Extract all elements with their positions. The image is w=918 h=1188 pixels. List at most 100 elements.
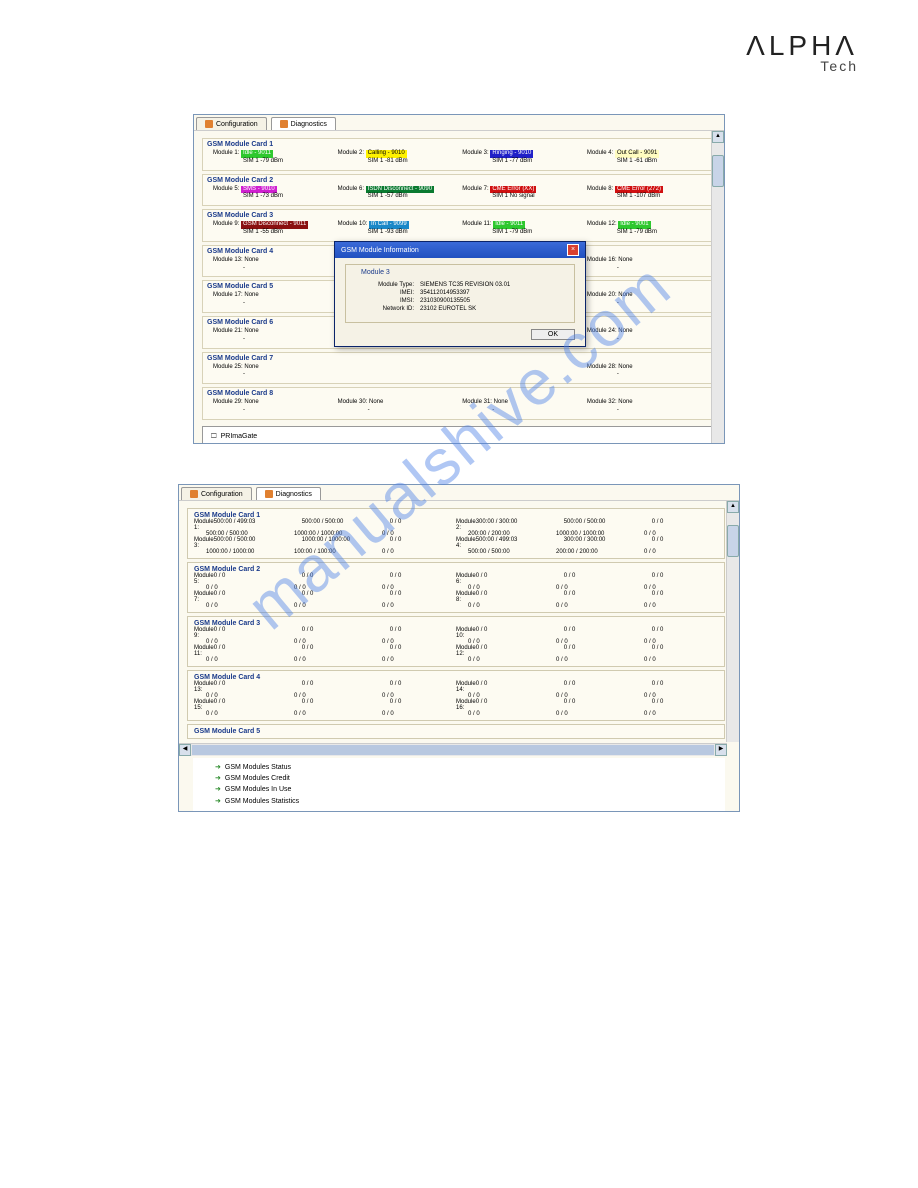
scroll-left-icon[interactable]: ◀ <box>179 744 191 756</box>
module-cell[interactable]: Module 4: Out Call - 9091SIM 1 -61 dBm <box>587 150 705 166</box>
credit-value: 0 / 0 <box>214 699 288 711</box>
tab-diagnostics[interactable]: Diagnostics <box>271 117 336 130</box>
tab-configuration[interactable]: Configuration <box>196 117 267 130</box>
module-cell[interactable]: Module 32: None- <box>587 399 705 415</box>
credit-value: 0 / 0 <box>476 573 550 585</box>
module-number: Module 11: <box>462 221 493 227</box>
module-cell[interactable]: Module 7: CME Error (XX)SIM 1 No signal <box>462 186 580 202</box>
module-label <box>194 657 206 663</box>
module-cell[interactable]: Module 29: None- <box>213 399 331 415</box>
dialog-buttons: OK <box>345 329 575 340</box>
credit-module: Module 5:0 / 00 / 00 / 0 <box>194 573 456 585</box>
tab-diagnostics[interactable]: Diagnostics <box>256 487 321 500</box>
tree-item[interactable]: ➜ISDN Lines <box>225 442 707 443</box>
status-badge: In Call - 9099 <box>369 221 409 229</box>
module-cell[interactable]: Module 6: ISDN Disconnect - 9090SIM 1 -5… <box>338 186 456 202</box>
module-number: Module 32: <box>587 399 618 405</box>
module-cell[interactable]: Module 5: SMS - 9010SIM 1 -73 dBm <box>213 186 331 202</box>
credit-module: 0 / 00 / 00 / 0 <box>194 711 456 717</box>
credit-values: 0 / 00 / 00 / 0 <box>468 603 718 609</box>
nav-tree: 🞎PRImaGate ➜ISDN Lines➜ISDN Lines Credit… <box>202 426 716 443</box>
credit-value: 0 / 0 <box>652 627 726 639</box>
module-cell[interactable]: Module 9: GSM Disconnect - 9011SIM 1 -55… <box>213 221 331 237</box>
credit-values: 500:00 / 499:03300:00 / 300:000 / 0 <box>476 537 726 549</box>
credit-module: 0 / 00 / 00 / 0 <box>456 603 718 609</box>
tab-configuration[interactable]: Configuration <box>181 487 252 500</box>
credit-value: 0 / 0 <box>206 711 280 717</box>
ok-button[interactable]: OK <box>531 329 575 340</box>
module-label: Module 2: <box>456 519 476 531</box>
signal-text: - <box>213 300 331 308</box>
credit-value: 0 / 0 <box>390 627 464 639</box>
card-title: GSM Module Card 8 <box>207 390 711 397</box>
tree-item[interactable]: ➜GSM Modules Status <box>201 762 717 773</box>
module-cell[interactable] <box>462 364 580 380</box>
module-cell[interactable]: Module 10: In Call - 9099SIM 1 -93 dBm <box>338 221 456 237</box>
status-text: None <box>369 399 383 405</box>
tree-root[interactable]: 🞎PRImaGate <box>211 431 707 442</box>
card-title: GSM Module Card 1 <box>207 141 711 148</box>
signal-text: - <box>213 265 331 273</box>
credit-row: Module 15:0 / 00 / 00 / 0Module 16:0 / 0… <box>194 699 718 711</box>
tab-label: Diagnostics <box>276 491 312 498</box>
module-number: Module 10: <box>338 221 369 227</box>
tree-item[interactable]: ➜GSM Modules In Use <box>201 784 717 795</box>
scroll-up-icon[interactable]: ▲ <box>712 131 724 143</box>
tab-label: Configuration <box>201 491 243 498</box>
module-cell[interactable]: Module 2: Calling - 9010SIM 1 -81 dBm <box>338 150 456 166</box>
module-cell[interactable]: Module 20: None- <box>587 292 705 308</box>
info-value: 23102 EUROTEL SK <box>420 306 476 312</box>
scroll-right-icon[interactable]: ▶ <box>715 744 727 756</box>
module-cell[interactable] <box>338 364 456 380</box>
hscroll-track[interactable] <box>192 745 714 755</box>
tree-item[interactable]: ➜GSM Modules Credit <box>201 773 717 784</box>
credit-value: 0 / 0 <box>294 603 368 609</box>
module-cell[interactable]: Module 17: None- <box>213 292 331 308</box>
module-label: Module 12: <box>456 645 476 657</box>
status-text: None <box>618 328 632 334</box>
credit-value: 0 / 0 <box>652 591 726 603</box>
signal-text: SIM 1 -79 dBm <box>462 229 580 237</box>
signal-text: - <box>213 336 331 344</box>
module-cell[interactable]: Module 21: None- <box>213 328 331 344</box>
credit-value: 0 / 0 <box>206 603 280 609</box>
signal-text: - <box>587 265 705 273</box>
card-title: GSM Module Card 2 <box>207 177 711 184</box>
module-number: Module 3: <box>462 150 490 156</box>
scroll-thumb[interactable] <box>712 155 724 187</box>
signal-text: SIM 1 No signal <box>462 193 580 201</box>
module-cell[interactable]: Module 25: None- <box>213 364 331 380</box>
horizontal-scrollbar[interactable]: ◀ ▶ <box>179 743 727 756</box>
credit-module: Module 9:0 / 00 / 00 / 0 <box>194 627 456 639</box>
module-label: Module 8: <box>456 591 476 603</box>
module-cell[interactable]: Module 13: None- <box>213 257 331 273</box>
module-cell[interactable]: Module 3: Ringing - 9010SIM 1 -77 dBm <box>462 150 580 166</box>
module-cell[interactable]: Module 24: None- <box>587 328 705 344</box>
module-cell[interactable]: Module 16: None- <box>587 257 705 273</box>
module-cell[interactable]: Module 30: None- <box>338 399 456 415</box>
close-icon[interactable]: × <box>567 244 579 256</box>
module-cell[interactable]: Module 11: Idle - 9011SIM 1 -79 dBm <box>462 221 580 237</box>
scroll-thumb[interactable] <box>727 525 739 557</box>
module-cell[interactable]: Module 8: CME Error (272)SIM 1 -107 dBm <box>587 186 705 202</box>
module-label: Module 7: <box>194 591 214 603</box>
dialog-titlebar[interactable]: GSM Module Information × <box>335 242 585 258</box>
credit-value: 0 / 0 <box>652 681 726 693</box>
diag-icon <box>265 490 273 498</box>
module-cell[interactable]: Module 31: None- <box>462 399 580 415</box>
module-number: Module 21: <box>213 328 244 334</box>
credit-value: 0 / 0 <box>644 711 718 717</box>
scroll-up-icon[interactable]: ▲ <box>727 501 739 513</box>
vertical-scrollbar[interactable]: ▲ <box>711 131 724 443</box>
credit-values: 0 / 00 / 00 / 0 <box>476 681 726 693</box>
module-cell[interactable]: Module 1: Idle - 9011SIM 1 -79 dBm <box>213 150 331 166</box>
module-cell[interactable]: Module 12: Idle - 9001SIM 1 -79 dBm <box>587 221 705 237</box>
tree-item[interactable]: ➜GSM Modules Statistics <box>201 796 717 807</box>
credit-values: 0 / 00 / 00 / 0 <box>476 645 726 657</box>
module-cell[interactable]: Module 28: None- <box>587 364 705 380</box>
vertical-scrollbar[interactable]: ▲ <box>726 501 739 742</box>
status-window: Configuration Diagnostics ▲ GSM Module C… <box>193 114 725 444</box>
status-badge: Out Call - 9091 <box>615 150 659 158</box>
credit-card: GSM Module Card 1Module 1:500:00 / 499:0… <box>187 508 725 559</box>
credit-row: Module 3:500:00 / 500:001000:00 / 1000:0… <box>194 537 718 549</box>
